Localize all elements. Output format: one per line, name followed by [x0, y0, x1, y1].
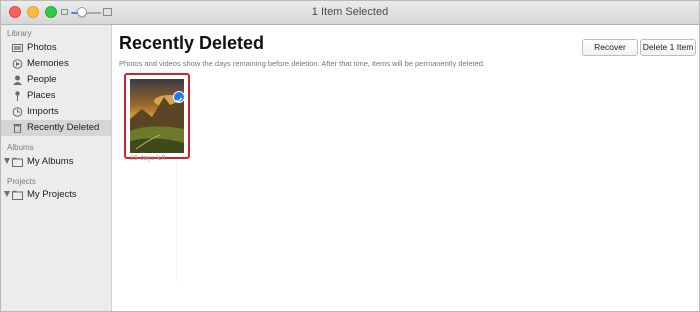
- places-pin-icon: [12, 91, 23, 101]
- photo-thumbnail-selected[interactable]: [124, 73, 190, 159]
- deletion-notice: Photos and videos show the days remainin…: [119, 59, 486, 68]
- selected-check-icon: [173, 91, 185, 104]
- sidebar-item-label: My Albums: [27, 156, 74, 167]
- sidebar-item-my-albums[interactable]: My Albums: [1, 154, 111, 170]
- sidebar-item-label: Memories: [27, 58, 69, 69]
- sidebar-item-memories[interactable]: Memories: [1, 56, 111, 72]
- sidebar-item-imports[interactable]: Imports: [1, 104, 111, 120]
- sidebar-item-people[interactable]: People: [1, 72, 111, 88]
- folder-icon: [12, 190, 23, 200]
- sidebar: Library Photos Memories People Places Im…: [1, 25, 112, 311]
- disclosure-triangle-icon[interactable]: [4, 158, 10, 164]
- trash-icon: [12, 123, 23, 134]
- sidebar-item-my-projects[interactable]: My Projects: [1, 187, 111, 203]
- folder-icon: [12, 157, 23, 167]
- sidebar-item-recently-deleted[interactable]: Recently Deleted: [1, 120, 111, 136]
- sidebar-item-places[interactable]: Places: [1, 88, 111, 104]
- sidebar-item-label: Recently Deleted: [27, 122, 100, 133]
- days-left-caption: 29 days left: [130, 155, 166, 162]
- photos-icon: [12, 43, 23, 53]
- section-title-projects: Projects: [7, 177, 36, 186]
- imports-clock-icon: [12, 107, 23, 117]
- section-title-albums: Albums: [7, 143, 34, 152]
- sidebar-item-photos[interactable]: Photos: [1, 40, 111, 56]
- title-bar: 1 Item Selected: [1, 1, 699, 25]
- window-title: 1 Item Selected: [311, 6, 389, 18]
- section-title-library: Library: [7, 29, 32, 38]
- recover-button[interactable]: Recover: [582, 39, 638, 56]
- photos-window: 1 Item Selected Library Photos Memories …: [0, 0, 700, 312]
- divider: [176, 162, 177, 282]
- sidebar-item-label: My Projects: [27, 189, 77, 200]
- sidebar-item-label: Photos: [27, 42, 57, 53]
- sidebar-item-label: Places: [27, 90, 56, 101]
- delete-item-button[interactable]: Delete 1 Item: [640, 39, 696, 56]
- page-title: Recently Deleted: [119, 33, 265, 53]
- disclosure-triangle-icon[interactable]: [4, 191, 10, 197]
- sidebar-item-label: Imports: [27, 106, 59, 117]
- memories-icon: [12, 59, 23, 69]
- people-icon: [12, 75, 23, 85]
- landscape-photo: [130, 79, 184, 153]
- main-content: Recently Deleted Recover Delete 1 Item P…: [112, 25, 699, 311]
- sidebar-item-label: People: [27, 74, 57, 85]
